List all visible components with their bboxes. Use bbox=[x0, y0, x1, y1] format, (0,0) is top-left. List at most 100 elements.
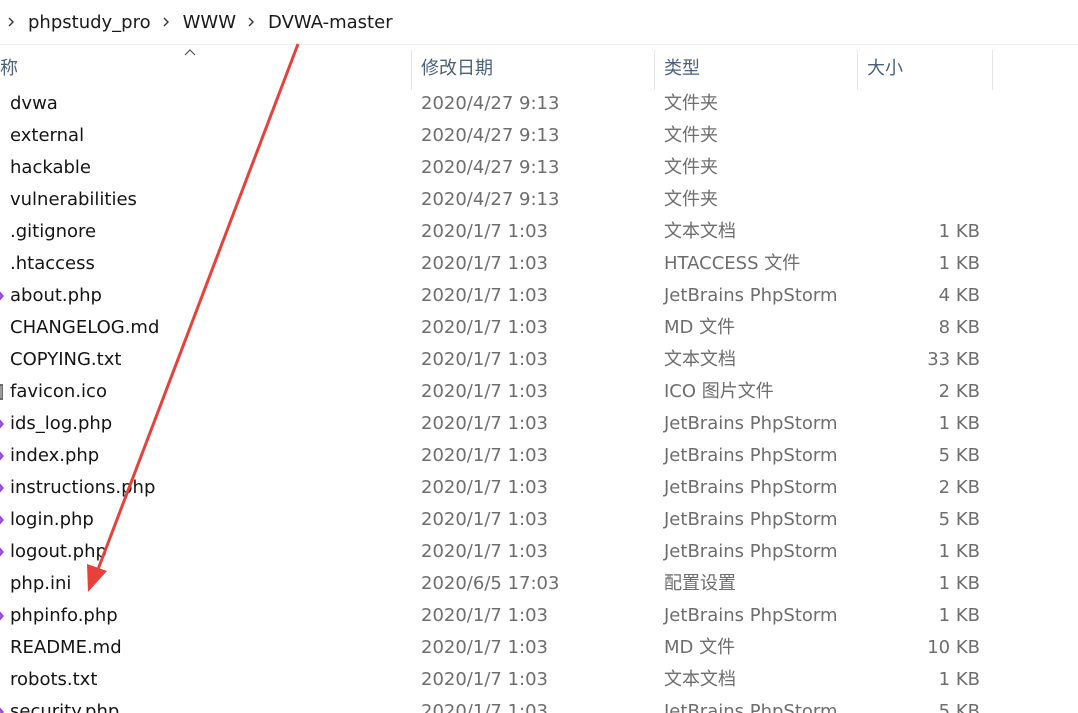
file-name: README.md bbox=[10, 637, 122, 658]
file-size: 2 KB bbox=[938, 381, 980, 402]
file-row[interactable]: instructions.php 2020/1/7 1:03 JetBrains P… bbox=[0, 472, 1078, 504]
file-date-modified: 2020/4/27 9:13 bbox=[421, 189, 560, 210]
chevron-right-icon[interactable] bbox=[246, 17, 256, 27]
file-row[interactable]: external 2020/4/27 9:13 文件夹 bbox=[0, 120, 1078, 152]
file-date-modified: 2020/1/7 1:03 bbox=[421, 541, 548, 562]
file-name: vulnerabilities bbox=[10, 189, 137, 210]
file-row[interactable]: dvwa 2020/4/27 9:13 文件夹 bbox=[0, 88, 1078, 120]
file-size: 1 KB bbox=[938, 541, 980, 562]
file-size: 2 KB bbox=[938, 477, 980, 498]
file-type: JetBrains PhpStorm bbox=[664, 445, 838, 466]
file-row[interactable]: robots.txt 2020/1/7 1:03 文本文档 1 KB bbox=[0, 664, 1078, 696]
file-date-modified: 2020/1/7 1:03 bbox=[421, 381, 548, 402]
column-header: 称 修改日期 类型 大小 bbox=[0, 46, 1078, 90]
column-header-date[interactable]: 修改日期 bbox=[421, 46, 493, 90]
file-date-modified: 2020/1/7 1:03 bbox=[421, 605, 548, 626]
file-name: robots.txt bbox=[10, 669, 98, 690]
column-header-size[interactable]: 大小 bbox=[867, 46, 903, 90]
file-date-modified: 2020/4/27 9:13 bbox=[421, 93, 560, 114]
file-row[interactable]: favicon.ico 2020/1/7 1:03 ICO 图片文件 2 KB bbox=[0, 376, 1078, 408]
file-name: php.ini bbox=[10, 573, 72, 594]
file-size: 5 KB bbox=[938, 445, 980, 466]
file-type: HTACCESS 文件 bbox=[664, 253, 801, 274]
file-name: about.php bbox=[10, 285, 102, 306]
file-row[interactable]: COPYING.txt 2020/1/7 1:03 文本文档 33 KB bbox=[0, 344, 1078, 376]
file-size: 8 KB bbox=[938, 317, 980, 338]
file-row[interactable]: php.ini 2020/6/5 17:03 配置设置 1 KB bbox=[0, 568, 1078, 600]
php-file-icon bbox=[0, 483, 4, 493]
file-type: JetBrains PhpStorm bbox=[664, 509, 838, 530]
file-name: hackable bbox=[10, 157, 91, 178]
file-size: 33 KB bbox=[927, 349, 980, 370]
file-type: JetBrains PhpStorm bbox=[664, 541, 838, 562]
column-separator[interactable] bbox=[411, 50, 412, 90]
file-size: 1 KB bbox=[938, 413, 980, 434]
file-name: .htaccess bbox=[10, 253, 95, 274]
sort-ascending-icon bbox=[184, 49, 196, 56]
chevron-right-icon[interactable] bbox=[6, 17, 16, 27]
column-header-name[interactable]: 称 bbox=[0, 46, 18, 90]
chevron-right-icon[interactable] bbox=[161, 17, 171, 27]
file-date-modified: 2020/1/7 1:03 bbox=[421, 477, 548, 498]
php-file-icon bbox=[0, 291, 4, 301]
breadcrumb: phpstudy_pro WWW DVWA-master bbox=[0, 0, 1078, 44]
file-type: 文本文档 bbox=[664, 669, 736, 690]
file-type: MD 文件 bbox=[664, 637, 736, 658]
file-size: 10 KB bbox=[927, 637, 980, 658]
file-date-modified: 2020/4/27 9:13 bbox=[421, 125, 560, 146]
file-name: CHANGELOG.md bbox=[10, 317, 160, 338]
breadcrumb-item-www[interactable]: WWW bbox=[179, 10, 240, 35]
file-row[interactable]: vulnerabilities 2020/4/27 9:13 文件夹 bbox=[0, 184, 1078, 216]
file-row[interactable]: .htaccess 2020/1/7 1:03 HTACCESS 文件 1 KB bbox=[0, 248, 1078, 280]
file-size: 5 KB bbox=[938, 701, 980, 713]
column-separator[interactable] bbox=[857, 50, 858, 90]
file-type: JetBrains PhpStorm bbox=[664, 285, 838, 306]
file-type: 文件夹 bbox=[664, 125, 718, 146]
file-row[interactable]: CHANGELOG.md 2020/1/7 1:03 MD 文件 8 KB bbox=[0, 312, 1078, 344]
column-separator[interactable] bbox=[992, 50, 993, 90]
column-separator[interactable] bbox=[654, 50, 655, 90]
file-row[interactable]: logout.php 2020/1/7 1:03 JetBrains PhpStor… bbox=[0, 536, 1078, 568]
file-name: login.php bbox=[10, 509, 94, 530]
breadcrumb-item-dvwa-master[interactable]: DVWA-master bbox=[264, 10, 397, 35]
file-row[interactable]: .gitignore 2020/1/7 1:03 文本文档 1 KB bbox=[0, 216, 1078, 248]
file-date-modified: 2020/1/7 1:03 bbox=[421, 253, 548, 274]
file-name: phpinfo.php bbox=[10, 605, 118, 626]
file-type: ICO 图片文件 bbox=[664, 381, 774, 402]
file-size: 1 KB bbox=[938, 253, 980, 274]
file-name: ids_log.php bbox=[10, 413, 113, 434]
file-row[interactable]: README.md 2020/1/7 1:03 MD 文件 10 KB bbox=[0, 632, 1078, 664]
file-date-modified: 2020/1/7 1:03 bbox=[421, 349, 548, 370]
php-file-icon bbox=[0, 515, 4, 525]
file-type: JetBrains PhpStorm bbox=[664, 413, 838, 434]
file-date-modified: 2020/1/7 1:03 bbox=[421, 669, 548, 690]
file-row[interactable]: hackable 2020/4/27 9:13 文件夹 bbox=[0, 152, 1078, 184]
file-name: external bbox=[10, 125, 85, 146]
file-name: logout.php bbox=[10, 541, 107, 562]
file-row[interactable]: login.php 2020/1/7 1:03 JetBrains PhpStorm… bbox=[0, 504, 1078, 536]
file-date-modified: 2020/1/7 1:03 bbox=[421, 285, 548, 306]
php-file-icon bbox=[0, 547, 4, 557]
file-row[interactable]: about.php 2020/1/7 1:03 JetBrains PhpStorm… bbox=[0, 280, 1078, 312]
ico-file-icon bbox=[0, 384, 3, 400]
column-header-type[interactable]: 类型 bbox=[664, 46, 700, 90]
file-date-modified: 2020/4/27 9:13 bbox=[421, 157, 560, 178]
file-date-modified: 2020/1/7 1:03 bbox=[421, 637, 548, 658]
file-type: JetBrains PhpStorm bbox=[664, 605, 838, 626]
file-name: .gitignore bbox=[10, 221, 97, 242]
file-row[interactable]: security.php 2020/1/7 1:03 JetBrains PhpSt… bbox=[0, 696, 1078, 713]
file-type: 文本文档 bbox=[664, 349, 736, 370]
file-date-modified: 2020/1/7 1:03 bbox=[421, 701, 548, 713]
php-file-icon bbox=[0, 451, 4, 461]
file-row[interactable]: index.php 2020/1/7 1:03 JetBrains PhpStorm… bbox=[0, 440, 1078, 472]
breadcrumb-item-phpstudy-pro[interactable]: phpstudy_pro bbox=[24, 10, 155, 35]
file-name: security.php bbox=[10, 701, 120, 713]
file-date-modified: 2020/6/5 17:03 bbox=[421, 573, 560, 594]
file-name: instructions.php bbox=[10, 477, 156, 498]
file-row[interactable]: phpinfo.php 2020/1/7 1:03 JetBrains PhpSto… bbox=[0, 600, 1078, 632]
php-file-icon bbox=[0, 611, 4, 621]
file-row[interactable]: ids_log.php 2020/1/7 1:03 JetBrains PhpSto… bbox=[0, 408, 1078, 440]
file-date-modified: 2020/1/7 1:03 bbox=[421, 445, 548, 466]
file-size: 1 KB bbox=[938, 573, 980, 594]
file-date-modified: 2020/1/7 1:03 bbox=[421, 317, 548, 338]
